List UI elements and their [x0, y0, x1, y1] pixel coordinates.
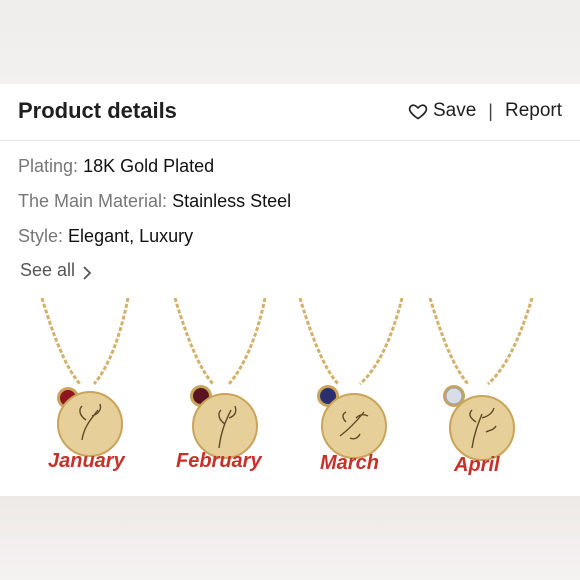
attribute-key: The Main Material:: [18, 191, 168, 211]
attribute-key: Plating:: [18, 156, 79, 176]
background-blur-top: [0, 0, 580, 84]
page-title: Product details: [18, 98, 177, 123]
attribute-key: Style:: [18, 226, 64, 246]
details-header: Product details Save | Report: [0, 84, 580, 141]
attribute-row: Plating: 18K Gold Plated: [18, 154, 291, 189]
attribute-value: Stainless Steel: [172, 191, 292, 211]
heart-icon[interactable]: [408, 101, 428, 121]
save-button[interactable]: Save: [433, 100, 476, 122]
attribute-value: Elegant, Luxury: [68, 226, 194, 246]
birthstone: [445, 387, 463, 405]
month-label-february: February: [176, 450, 262, 472]
background-blur-bottom: [0, 496, 580, 580]
attribute-list: Plating: 18K Gold Plated The Main Materi…: [18, 154, 291, 259]
see-all-label: See all: [20, 260, 76, 280]
header-actions: Save | Report: [408, 100, 562, 122]
month-label-january: January: [48, 450, 125, 472]
report-button[interactable]: Report: [505, 100, 562, 122]
product-image[interactable]: January February March April: [0, 298, 580, 496]
divider: |: [488, 100, 493, 121]
month-label-march: March: [320, 452, 379, 474]
see-all-link[interactable]: See all: [20, 260, 93, 281]
chevron-right-icon: [81, 264, 93, 280]
attribute-row: The Main Material: Stainless Steel: [18, 189, 291, 224]
attribute-value: 18K Gold Plated: [83, 156, 215, 176]
month-label-april: April: [454, 454, 500, 476]
product-details-card: Product details Save | Report Plating: 1…: [0, 84, 580, 496]
attribute-row: Style: Elegant, Luxury: [18, 224, 291, 259]
